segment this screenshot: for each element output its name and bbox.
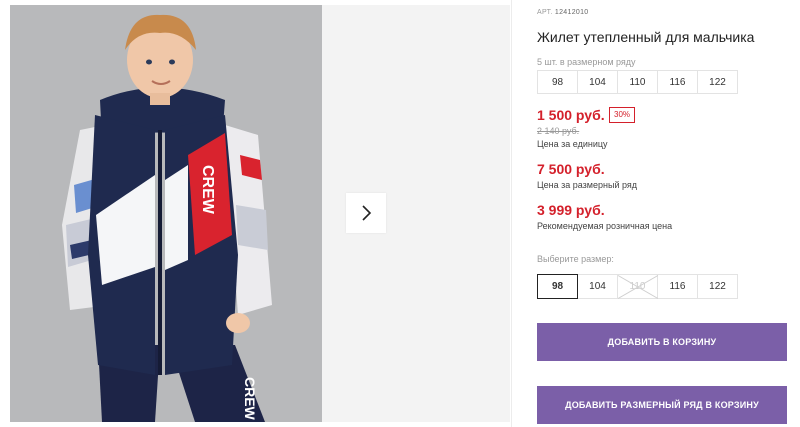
product-photo[interactable]: CREW CREW [10,5,322,422]
product-title: Жилет утепленный для мальчика [537,29,755,45]
unit-price: 1 500 руб. [537,107,605,123]
size-row-caption: 5 шт. в размерном ряду [537,57,636,67]
row-price: 7 500 руб. [537,161,605,177]
gallery-next-button[interactable] [346,193,386,233]
size-row: 98 104 110 116 122 [537,70,738,94]
old-price: 2 140 руб. [537,126,580,136]
size-option-122[interactable]: 122 [697,274,738,299]
row-price-caption: Цена за размерный ряд [537,180,638,190]
size-option-110[interactable]: 110 [617,274,658,299]
size-option-104[interactable]: 104 [577,274,618,299]
trousers-print-text: CREW [242,377,258,421]
retail-price-caption: Рекомендуемая розничная цена [537,221,673,231]
jacket-print-text: CREW [199,165,216,215]
size-option-98[interactable]: 98 [537,274,578,299]
article-value: 12412010 [554,9,589,16]
size-row-item: 104 [577,70,618,94]
size-row-item: 122 [697,70,738,94]
size-row-item: 110 [617,70,658,94]
column-divider [511,0,512,427]
retail-price: 3 999 руб. [537,202,605,218]
unit-price-caption: Цена за единицу [537,139,608,149]
article-number: АРТ. 12412010 [537,9,588,16]
article-label: АРТ. [537,9,553,16]
size-row-item: 116 [657,70,698,94]
add-to-cart-button[interactable]: ДОБАВИТЬ В КОРЗИНУ [537,323,787,361]
discount-badge: 30% [609,107,636,123]
size-selector: 98 104 110 116 122 [537,274,738,299]
choose-size-label: Выберите размер: [537,254,614,264]
product-photo-illustration: CREW CREW [10,5,322,422]
size-option-116[interactable]: 116 [657,274,698,299]
size-row-item: 98 [537,70,578,94]
add-size-row-to-cart-button[interactable]: ДОБАВИТЬ РАЗМЕРНЫЙ РЯД В КОРЗИНУ [537,386,787,424]
chevron-right-icon [362,205,372,221]
product-gallery: CREW CREW [10,5,510,422]
